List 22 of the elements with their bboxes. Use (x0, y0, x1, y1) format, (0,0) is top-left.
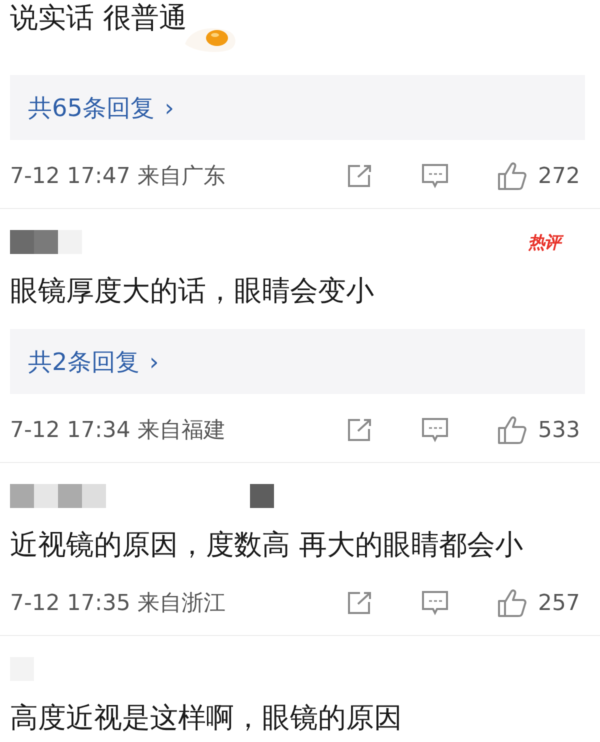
thumbs-up-icon[interactable] (496, 161, 528, 191)
like-count: 272 (538, 164, 581, 188)
comment-text: 说实话 很普通 (10, 0, 187, 36)
comment-time: 7-12 17:34 来自福建 (10, 417, 226, 445)
view-replies-link[interactable]: 共65条回复 › (10, 75, 585, 140)
share-icon[interactable] (346, 417, 374, 443)
comment-icon[interactable] (420, 162, 450, 190)
thumbs-up-icon[interactable] (496, 415, 528, 445)
comment-icon[interactable] (420, 589, 450, 617)
thumbs-up-icon[interactable] (496, 588, 528, 618)
view-replies-link[interactable]: 共2条回复 › (10, 329, 585, 394)
like-count: 257 (538, 590, 581, 616)
masked-username (10, 230, 82, 254)
share-icon[interactable] (346, 590, 374, 616)
comment-text: 近视镜的原因，度数高 再大的眼睛都会小 (10, 527, 523, 563)
comment-time: 7-12 17:47 来自广东 (10, 163, 226, 191)
comment-icon[interactable] (420, 416, 450, 444)
comment-text: 眼镜厚度大的话，眼睛会变小 (10, 273, 374, 309)
comment-time: 7-12 17:35 来自浙江 (10, 590, 226, 618)
like-count: 533 (538, 418, 581, 442)
share-icon[interactable] (346, 163, 374, 189)
comment-text: 高度近视是这样啊，眼镜的原因 (10, 700, 402, 736)
